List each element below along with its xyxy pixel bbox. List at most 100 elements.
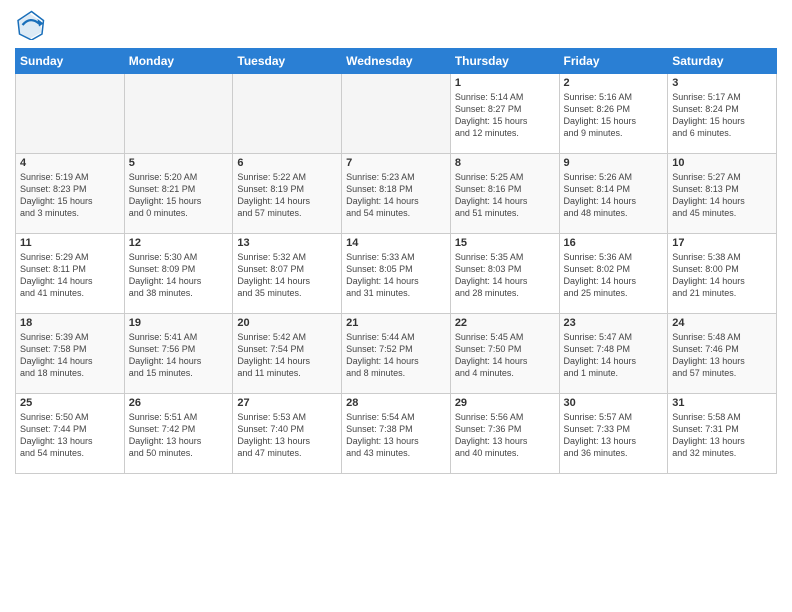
day-number: 13 (237, 237, 337, 249)
day-number: 9 (564, 157, 664, 169)
calendar-cell: 6 Sunrise: 5:22 AM Sunset: 8:19 PM Daylig… (233, 154, 342, 234)
day-number: 22 (455, 317, 555, 329)
day-info: Sunrise: 5:22 AM Sunset: 8:19 PM Dayligh… (237, 171, 337, 220)
calendar-cell: 18 Sunrise: 5:39 AM Sunset: 7:58 PM Dayli… (16, 314, 125, 394)
calendar-cell: 20Sunrise: 5:42 AM Sunset: 7:54 PM Dayli… (233, 314, 342, 394)
calendar-cell: 24 Sunrise: 5:48 AM Sunset: 7:46 PM Dayli… (668, 314, 777, 394)
day-number: 21 (346, 317, 446, 329)
day-info: Sunrise: 5:33 AM Sunset: 8:05 PM Dayligh… (346, 251, 446, 300)
day-info: Sunrise: 5:53 AM Sunset: 7:40 PM Dayligh… (237, 411, 337, 460)
calendar-cell: 3 Sunrise: 5:17 AM Sunset: 8:24 PM Daylig… (668, 74, 777, 154)
day-number: 24 (672, 317, 772, 329)
calendar-cell: 14 Sunrise: 5:33 AM Sunset: 8:05 PM Dayli… (342, 234, 451, 314)
day-info: Sunrise: 5:39 AM Sunset: 7:58 PM Dayligh… (20, 331, 120, 380)
day-number: 8 (455, 157, 555, 169)
weekday-header-monday: Monday (124, 49, 233, 74)
day-info: Sunrise: 5:44 AM Sunset: 7:52 PM Dayligh… (346, 331, 446, 380)
weekday-header-friday: Friday (559, 49, 668, 74)
calendar-cell: 17 Sunrise: 5:38 AM Sunset: 8:00 PM Dayli… (668, 234, 777, 314)
calendar-cell: 28 Sunrise: 5:54 AM Sunset: 7:38 PM Dayli… (342, 394, 451, 474)
day-info: Sunrise: 5:47 AM Sunset: 7:48 PM Dayligh… (564, 331, 664, 380)
day-info: Sunrise: 5:16 AM Sunset: 8:26 PM Dayligh… (564, 91, 664, 140)
calendar-cell: 22 Sunrise: 5:45 AM Sunset: 7:50 PM Dayli… (450, 314, 559, 394)
calendar-cell: 4Sunrise: 5:19 AM Sunset: 8:23 PM Daylig… (16, 154, 125, 234)
calendar-cell: 9 Sunrise: 5:26 AM Sunset: 8:14 PM Daylig… (559, 154, 668, 234)
day-info: Sunrise: 5:23 AM Sunset: 8:18 PM Dayligh… (346, 171, 446, 220)
day-number: 1 (455, 77, 555, 89)
day-number: 16 (564, 237, 664, 249)
weekday-header-row: SundayMondayTuesdayWednesdayThursdayFrid… (16, 49, 777, 74)
day-info: Sunrise: 5:54 AM Sunset: 7:38 PM Dayligh… (346, 411, 446, 460)
week-row-1: 1 Sunrise: 5:14 AM Sunset: 8:27 PM Daylig… (16, 74, 777, 154)
calendar-cell: 8 Sunrise: 5:25 AM Sunset: 8:16 PM Daylig… (450, 154, 559, 234)
day-number: 15 (455, 237, 555, 249)
calendar-cell (124, 74, 233, 154)
day-number: 14 (346, 237, 446, 249)
day-number: 11 (20, 237, 120, 249)
week-row-5: 25Sunrise: 5:50 AM Sunset: 7:44 PM Dayli… (16, 394, 777, 474)
day-number: 7 (346, 157, 446, 169)
day-number: 3 (672, 77, 772, 89)
day-info: Sunrise: 5:27 AM Sunset: 8:13 PM Dayligh… (672, 171, 772, 220)
week-row-2: 4Sunrise: 5:19 AM Sunset: 8:23 PM Daylig… (16, 154, 777, 234)
day-info: Sunrise: 5:51 AM Sunset: 7:42 PM Dayligh… (129, 411, 229, 460)
day-info: Sunrise: 5:58 AM Sunset: 7:31 PM Dayligh… (672, 411, 772, 460)
calendar-cell: 1 Sunrise: 5:14 AM Sunset: 8:27 PM Daylig… (450, 74, 559, 154)
day-number: 27 (237, 397, 337, 409)
calendar-cell: 10Sunrise: 5:27 AM Sunset: 8:13 PM Dayli… (668, 154, 777, 234)
week-row-3: 11 Sunrise: 5:29 AM Sunset: 8:11 PM Dayli… (16, 234, 777, 314)
day-info: Sunrise: 5:56 AM Sunset: 7:36 PM Dayligh… (455, 411, 555, 460)
calendar-cell: 15 Sunrise: 5:35 AM Sunset: 8:03 PM Dayli… (450, 234, 559, 314)
day-number: 18 (20, 317, 120, 329)
calendar-cell: 26Sunrise: 5:51 AM Sunset: 7:42 PM Dayli… (124, 394, 233, 474)
day-info: Sunrise: 5:57 AM Sunset: 7:33 PM Dayligh… (564, 411, 664, 460)
day-info: Sunrise: 5:35 AM Sunset: 8:03 PM Dayligh… (455, 251, 555, 300)
day-number: 29 (455, 397, 555, 409)
calendar-cell: 25Sunrise: 5:50 AM Sunset: 7:44 PM Dayli… (16, 394, 125, 474)
calendar-cell: 7 Sunrise: 5:23 AM Sunset: 8:18 PM Daylig… (342, 154, 451, 234)
calendar-cell: 31 Sunrise: 5:58 AM Sunset: 7:31 PM Dayli… (668, 394, 777, 474)
day-info: Sunrise: 5:14 AM Sunset: 8:27 PM Dayligh… (455, 91, 555, 140)
calendar-cell: 13Sunrise: 5:32 AM Sunset: 8:07 PM Dayli… (233, 234, 342, 314)
logo-icon (15, 10, 45, 40)
day-number: 6 (237, 157, 337, 169)
day-number: 23 (564, 317, 664, 329)
day-info: Sunrise: 5:17 AM Sunset: 8:24 PM Dayligh… (672, 91, 772, 140)
day-info: Sunrise: 5:30 AM Sunset: 8:09 PM Dayligh… (129, 251, 229, 300)
calendar-cell: 19 Sunrise: 5:41 AM Sunset: 7:56 PM Dayli… (124, 314, 233, 394)
day-info: Sunrise: 5:45 AM Sunset: 7:50 PM Dayligh… (455, 331, 555, 380)
calendar-cell: 21 Sunrise: 5:44 AM Sunset: 7:52 PM Dayli… (342, 314, 451, 394)
day-info: Sunrise: 5:25 AM Sunset: 8:16 PM Dayligh… (455, 171, 555, 220)
day-number: 31 (672, 397, 772, 409)
calendar-cell: 5Sunrise: 5:20 AM Sunset: 8:21 PM Daylig… (124, 154, 233, 234)
day-number: 28 (346, 397, 446, 409)
calendar-cell: 30 Sunrise: 5:57 AM Sunset: 7:33 PM Dayli… (559, 394, 668, 474)
day-info: Sunrise: 5:29 AM Sunset: 8:11 PM Dayligh… (20, 251, 120, 300)
day-number: 2 (564, 77, 664, 89)
calendar-cell (16, 74, 125, 154)
day-info: Sunrise: 5:48 AM Sunset: 7:46 PM Dayligh… (672, 331, 772, 380)
weekday-header-thursday: Thursday (450, 49, 559, 74)
day-number: 12 (129, 237, 229, 249)
calendar-cell (342, 74, 451, 154)
day-info: Sunrise: 5:19 AM Sunset: 8:23 PM Dayligh… (20, 171, 120, 220)
calendar-cell: 16Sunrise: 5:36 AM Sunset: 8:02 PM Dayli… (559, 234, 668, 314)
day-number: 19 (129, 317, 229, 329)
day-info: Sunrise: 5:38 AM Sunset: 8:00 PM Dayligh… (672, 251, 772, 300)
day-info: Sunrise: 5:50 AM Sunset: 7:44 PM Dayligh… (20, 411, 120, 460)
day-number: 17 (672, 237, 772, 249)
day-number: 30 (564, 397, 664, 409)
day-info: Sunrise: 5:20 AM Sunset: 8:21 PM Dayligh… (129, 171, 229, 220)
calendar-cell: 2 Sunrise: 5:16 AM Sunset: 8:26 PM Daylig… (559, 74, 668, 154)
calendar-cell: 12 Sunrise: 5:30 AM Sunset: 8:09 PM Dayli… (124, 234, 233, 314)
weekday-header-sunday: Sunday (16, 49, 125, 74)
weekday-header-tuesday: Tuesday (233, 49, 342, 74)
calendar-cell (233, 74, 342, 154)
weekday-header-saturday: Saturday (668, 49, 777, 74)
calendar-cell: 23 Sunrise: 5:47 AM Sunset: 7:48 PM Dayli… (559, 314, 668, 394)
logo (15, 10, 49, 40)
week-row-4: 18 Sunrise: 5:39 AM Sunset: 7:58 PM Dayli… (16, 314, 777, 394)
calendar-table: SundayMondayTuesdayWednesdayThursdayFrid… (15, 48, 777, 474)
day-info: Sunrise: 5:41 AM Sunset: 7:56 PM Dayligh… (129, 331, 229, 380)
day-info: Sunrise: 5:26 AM Sunset: 8:14 PM Dayligh… (564, 171, 664, 220)
